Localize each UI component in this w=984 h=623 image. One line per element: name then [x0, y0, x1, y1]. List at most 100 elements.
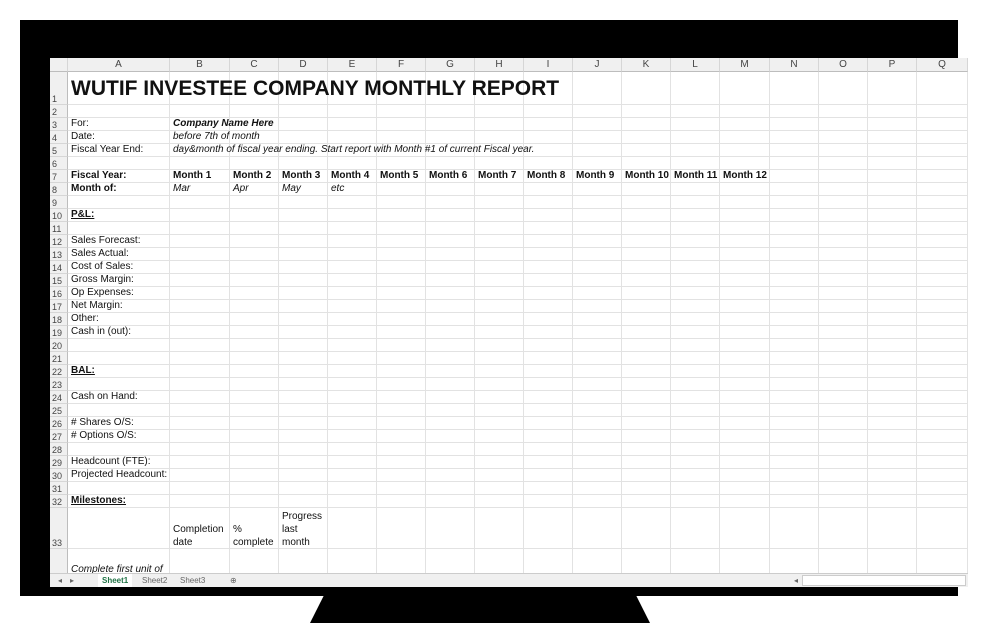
- column-header-n[interactable]: N: [770, 58, 819, 72]
- cell[interactable]: [622, 404, 671, 417]
- row-header[interactable]: 32: [50, 495, 68, 508]
- cell[interactable]: [426, 443, 475, 456]
- cell[interactable]: [622, 495, 671, 508]
- cell[interactable]: [671, 287, 720, 300]
- cell[interactable]: [622, 235, 671, 248]
- cell[interactable]: [770, 300, 819, 313]
- cell[interactable]: [819, 443, 868, 456]
- cell[interactable]: [230, 365, 279, 378]
- cell[interactable]: [426, 404, 475, 417]
- cell[interactable]: [230, 339, 279, 352]
- cell[interactable]: [475, 365, 524, 378]
- row-header[interactable]: 14: [50, 261, 68, 274]
- cell[interactable]: [377, 365, 426, 378]
- cell[interactable]: [671, 456, 720, 469]
- cell[interactable]: [524, 456, 573, 469]
- cell[interactable]: [573, 430, 622, 443]
- cell[interactable]: [475, 196, 524, 209]
- cell[interactable]: [524, 131, 573, 144]
- cell[interactable]: [819, 404, 868, 417]
- cell[interactable]: [573, 300, 622, 313]
- cell[interactable]: [573, 157, 622, 170]
- cell[interactable]: [770, 261, 819, 274]
- cell[interactable]: [868, 131, 917, 144]
- cell[interactable]: [868, 144, 917, 157]
- cell[interactable]: [819, 144, 868, 157]
- cell[interactable]: [279, 261, 328, 274]
- cell[interactable]: [770, 443, 819, 456]
- cell[interactable]: [770, 144, 819, 157]
- cell[interactable]: [671, 196, 720, 209]
- cell[interactable]: [573, 183, 622, 196]
- cell[interactable]: [770, 196, 819, 209]
- cell[interactable]: [170, 248, 230, 261]
- cell[interactable]: [819, 469, 868, 482]
- cell[interactable]: [917, 131, 968, 144]
- cell[interactable]: [170, 469, 230, 482]
- cell[interactable]: [868, 300, 917, 313]
- cell[interactable]: [426, 313, 475, 326]
- cell[interactable]: [720, 404, 770, 417]
- cell[interactable]: [475, 391, 524, 404]
- cell[interactable]: [573, 209, 622, 222]
- cell[interactable]: [573, 72, 622, 105]
- cell[interactable]: [868, 443, 917, 456]
- cell[interactable]: [573, 391, 622, 404]
- cell[interactable]: [819, 326, 868, 339]
- cell[interactable]: [328, 378, 377, 391]
- cell[interactable]: [622, 157, 671, 170]
- cell[interactable]: [230, 261, 279, 274]
- cell[interactable]: [671, 326, 720, 339]
- cell[interactable]: [917, 482, 968, 495]
- cell[interactable]: [868, 209, 917, 222]
- cell[interactable]: [524, 300, 573, 313]
- cell[interactable]: [377, 417, 426, 430]
- cell[interactable]: [377, 222, 426, 235]
- scroll-right-icon[interactable]: ▸: [66, 574, 78, 587]
- cell[interactable]: [868, 170, 917, 183]
- cell[interactable]: [426, 469, 475, 482]
- cell[interactable]: [573, 105, 622, 118]
- cell[interactable]: [770, 339, 819, 352]
- cell[interactable]: [426, 105, 475, 118]
- cell[interactable]: [622, 300, 671, 313]
- cell[interactable]: [573, 443, 622, 456]
- cell[interactable]: [917, 300, 968, 313]
- cell[interactable]: [328, 482, 377, 495]
- cell[interactable]: [573, 274, 622, 287]
- cell[interactable]: [524, 222, 573, 235]
- row-header[interactable]: 30: [50, 469, 68, 482]
- cell[interactable]: [622, 144, 671, 157]
- cell[interactable]: [622, 196, 671, 209]
- cell[interactable]: [720, 144, 770, 157]
- cell[interactable]: [377, 248, 426, 261]
- cell[interactable]: [328, 300, 377, 313]
- cell[interactable]: [170, 378, 230, 391]
- horizontal-scroll-left-icon[interactable]: ◂: [790, 574, 802, 587]
- cell[interactable]: [475, 183, 524, 196]
- cell[interactable]: [524, 183, 573, 196]
- cell[interactable]: [230, 313, 279, 326]
- cell[interactable]: [230, 456, 279, 469]
- cell[interactable]: [671, 157, 720, 170]
- cell[interactable]: [770, 352, 819, 365]
- cell[interactable]: [720, 222, 770, 235]
- cell[interactable]: [868, 235, 917, 248]
- column-header-c[interactable]: C: [230, 58, 279, 72]
- cell[interactable]: [770, 157, 819, 170]
- cell[interactable]: [170, 235, 230, 248]
- cell[interactable]: [868, 105, 917, 118]
- cell[interactable]: [170, 196, 230, 209]
- cell[interactable]: [770, 365, 819, 378]
- cell[interactable]: [622, 417, 671, 430]
- cell[interactable]: [230, 391, 279, 404]
- cell[interactable]: [328, 339, 377, 352]
- cell[interactable]: [328, 287, 377, 300]
- cell[interactable]: [819, 339, 868, 352]
- cell[interactable]: [819, 72, 868, 105]
- cell[interactable]: [868, 456, 917, 469]
- cell[interactable]: [671, 417, 720, 430]
- cell[interactable]: [720, 105, 770, 118]
- cell[interactable]: [819, 365, 868, 378]
- cell[interactable]: [328, 352, 377, 365]
